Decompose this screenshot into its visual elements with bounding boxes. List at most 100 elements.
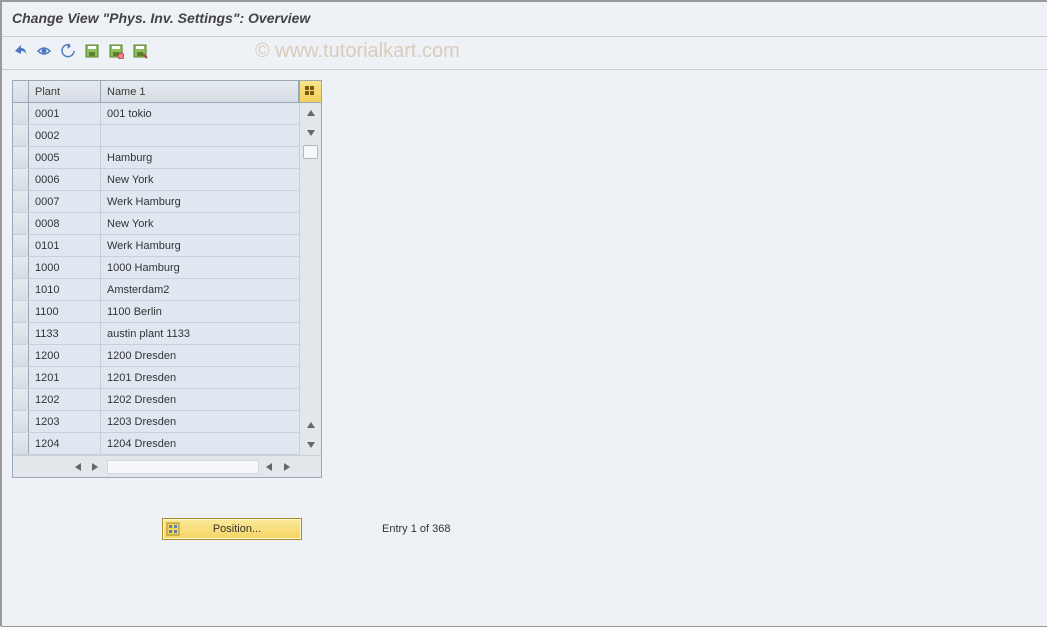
- table-row: 12041204 Dresden: [13, 433, 321, 455]
- table-row: 0006New York: [13, 169, 321, 191]
- cell-plant[interactable]: 0006: [29, 169, 101, 190]
- cell-plant[interactable]: 1201: [29, 367, 101, 388]
- hscroll-left-button[interactable]: [70, 459, 86, 475]
- data-grid: Plant Name 1 0001001 tokio00020005Hambur…: [12, 80, 322, 478]
- hscroll-track[interactable]: [107, 460, 259, 474]
- row-selector[interactable]: [13, 169, 29, 190]
- table-row: 0001001 tokio: [13, 103, 321, 125]
- cell-plant[interactable]: 1203: [29, 411, 101, 432]
- row-selector[interactable]: [13, 345, 29, 366]
- cell-plant[interactable]: 1000: [29, 257, 101, 278]
- title-bar: Change View "Phys. Inv. Settings": Overv…: [2, 2, 1047, 37]
- cell-name[interactable]: New York: [101, 169, 321, 190]
- table-row: 12021202 Dresden: [13, 389, 321, 411]
- hscroll-left2-button[interactable]: [261, 459, 277, 475]
- col-header-plant[interactable]: Plant: [29, 81, 101, 102]
- cell-name[interactable]: 001 tokio: [101, 103, 321, 124]
- table-row: 10001000 Hamburg: [13, 257, 321, 279]
- hscroll-right2-button[interactable]: [279, 459, 295, 475]
- toolbar-save-button[interactable]: [82, 41, 102, 61]
- cell-plant[interactable]: 1100: [29, 301, 101, 322]
- col-header-name[interactable]: Name 1: [101, 81, 299, 102]
- cell-plant[interactable]: 0008: [29, 213, 101, 234]
- cell-name[interactable]: 1000 Hamburg: [101, 257, 321, 278]
- table-row: 0008New York: [13, 213, 321, 235]
- grid-icon: [305, 86, 317, 98]
- hscroll-right-button[interactable]: [87, 459, 103, 475]
- content-area: Plant Name 1 0001001 tokio00020005Hambur…: [2, 70, 1047, 550]
- cell-name[interactable]: 1203 Dresden: [101, 411, 321, 432]
- cell-plant[interactable]: 0005: [29, 147, 101, 168]
- cell-name[interactable]: New York: [101, 213, 321, 234]
- vscroll-down2-button[interactable]: [301, 435, 321, 455]
- toolbar-save2-button[interactable]: [106, 41, 126, 61]
- cell-name[interactable]: Amsterdam2: [101, 279, 321, 300]
- table-row: 12031203 Dresden: [13, 411, 321, 433]
- position-button-label: Position...: [183, 523, 301, 535]
- row-selector[interactable]: [13, 213, 29, 234]
- cell-name[interactable]: 1100 Berlin: [101, 301, 321, 322]
- vscroll-thumb[interactable]: [303, 145, 318, 159]
- position-button[interactable]: Position...: [162, 518, 302, 540]
- cell-plant[interactable]: 0002: [29, 125, 101, 146]
- row-selector[interactable]: [13, 257, 29, 278]
- row-selector[interactable]: [13, 103, 29, 124]
- cell-name[interactable]: 1200 Dresden: [101, 345, 321, 366]
- toolbar-undo-button[interactable]: [10, 41, 30, 61]
- row-selector[interactable]: [13, 411, 29, 432]
- cell-plant[interactable]: 1133: [29, 323, 101, 344]
- table-row: 1133austin plant 1133: [13, 323, 321, 345]
- position-icon: [163, 522, 183, 536]
- table-row: 12001200 Dresden: [13, 345, 321, 367]
- vscroll-track[interactable]: [300, 143, 321, 415]
- page-title: Change View "Phys. Inv. Settings": Overv…: [12, 10, 1037, 26]
- row-selector[interactable]: [13, 433, 29, 454]
- row-selector[interactable]: [13, 125, 29, 146]
- cell-plant[interactable]: 1200: [29, 345, 101, 366]
- row-selector[interactable]: [13, 147, 29, 168]
- vscroll-up2-button[interactable]: [301, 415, 321, 435]
- row-selector[interactable]: [13, 323, 29, 344]
- table-row: 0101Werk Hamburg: [13, 235, 321, 257]
- row-selector[interactable]: [13, 279, 29, 300]
- table-row: 0002: [13, 125, 321, 147]
- toolbar-display-button[interactable]: [34, 41, 54, 61]
- table-row: 0005Hamburg: [13, 147, 321, 169]
- row-selector[interactable]: [13, 235, 29, 256]
- cell-name[interactable]: [101, 125, 321, 146]
- cell-name[interactable]: 1204 Dresden: [101, 433, 321, 454]
- grid-header-row: Plant Name 1: [13, 81, 321, 103]
- row-selector[interactable]: [13, 191, 29, 212]
- cell-plant[interactable]: 0001: [29, 103, 101, 124]
- row-selector[interactable]: [13, 367, 29, 388]
- vscroll-down-button[interactable]: [301, 123, 321, 143]
- configure-columns-button[interactable]: [299, 81, 321, 102]
- cell-plant[interactable]: 1202: [29, 389, 101, 410]
- cell-name[interactable]: Werk Hamburg: [101, 235, 321, 256]
- toolbar-save3-button[interactable]: [130, 41, 150, 61]
- table-row: 12011201 Dresden: [13, 367, 321, 389]
- cell-plant[interactable]: 1204: [29, 433, 101, 454]
- vertical-scrollbar: [299, 103, 321, 455]
- table-row: 11001100 Berlin: [13, 301, 321, 323]
- toolbar: [2, 37, 1047, 70]
- horizontal-scrollbar: [13, 455, 321, 477]
- table-row: 1010Amsterdam2: [13, 279, 321, 301]
- cell-name[interactable]: 1201 Dresden: [101, 367, 321, 388]
- cell-name[interactable]: 1202 Dresden: [101, 389, 321, 410]
- row-selector[interactable]: [13, 301, 29, 322]
- cell-plant[interactable]: 0007: [29, 191, 101, 212]
- cell-plant[interactable]: 0101: [29, 235, 101, 256]
- entry-count-text: Entry 1 of 368: [382, 523, 451, 535]
- cell-name[interactable]: Werk Hamburg: [101, 191, 321, 212]
- select-all-header[interactable]: [13, 81, 29, 102]
- row-selector[interactable]: [13, 389, 29, 410]
- grid-body: 0001001 tokio00020005Hamburg0006New York…: [13, 103, 321, 455]
- cell-name[interactable]: Hamburg: [101, 147, 321, 168]
- cell-plant[interactable]: 1010: [29, 279, 101, 300]
- toolbar-back-button[interactable]: [58, 41, 78, 61]
- vscroll-up-button[interactable]: [301, 103, 321, 123]
- cell-name[interactable]: austin plant 1133: [101, 323, 321, 344]
- footer-row: Position... Entry 1 of 368: [162, 518, 1037, 540]
- table-row: 0007Werk Hamburg: [13, 191, 321, 213]
